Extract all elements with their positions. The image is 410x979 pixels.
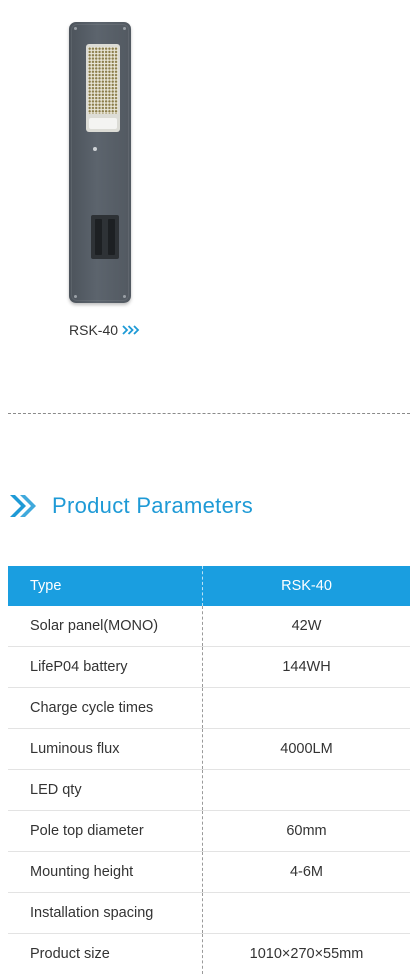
table-row: LED qty — [8, 769, 410, 811]
table-row: LifeP04 battery 144WH — [8, 646, 410, 688]
table-header-label: Type — [8, 566, 203, 606]
model-link[interactable]: RSK-40 — [69, 320, 140, 340]
param-label: Installation spacing — [8, 892, 203, 934]
param-value: 1010×270×55mm — [202, 933, 410, 974]
param-value: 60mm — [202, 810, 410, 852]
model-link-label: RSK-40 — [69, 322, 119, 338]
table-row: Product size 1010×270×55mm — [8, 933, 410, 974]
sensor-dot — [93, 147, 97, 151]
param-label: LED qty — [8, 769, 203, 811]
param-label: LifeP04 battery — [8, 646, 203, 688]
led-panel — [86, 44, 120, 132]
screw-icon — [123, 295, 126, 298]
triple-chevron-right-icon — [122, 325, 140, 335]
double-chevron-right-icon — [8, 493, 38, 519]
param-value — [202, 687, 410, 729]
section-header: Product Parameters — [8, 489, 253, 523]
screw-icon — [74, 27, 77, 30]
led-array — [88, 47, 118, 114]
table-row: Solar panel(MONO) 42W — [8, 606, 410, 647]
table-row: Mounting height 4-6M — [8, 851, 410, 893]
table-header-value: RSK-40 — [202, 566, 410, 606]
param-label: Solar panel(MONO) — [8, 606, 203, 647]
section-title: Product Parameters — [52, 493, 254, 518]
table-row: Charge cycle times — [8, 687, 410, 729]
param-label: Charge cycle times — [8, 687, 203, 729]
param-value: 144WH — [202, 646, 410, 688]
param-value — [202, 892, 410, 934]
section-divider — [8, 413, 410, 414]
product-card: RSK-40 — [0, 0, 410, 360]
led-lens — [89, 118, 117, 129]
param-value — [202, 769, 410, 811]
table-header-row: Type RSK-40 — [8, 566, 410, 606]
product-parameters-table: Type RSK-40 Solar panel(MONO) 42W LifeP0… — [8, 566, 410, 974]
param-label: Mounting height — [8, 851, 203, 893]
table-row: Luminous flux 4000LM — [8, 728, 410, 770]
param-value: 4-6M — [202, 851, 410, 893]
param-value: 4000LM — [202, 728, 410, 770]
param-label: Luminous flux — [8, 728, 203, 770]
product-image[interactable] — [69, 22, 131, 303]
table-row: Pole top diameter 60mm — [8, 810, 410, 852]
screw-icon — [74, 295, 77, 298]
param-label: Pole top diameter — [8, 810, 203, 852]
screw-icon — [123, 27, 126, 30]
param-label: Product size — [30, 946, 110, 962]
table-row: Installation spacing — [8, 892, 410, 934]
mounting-bracket — [91, 215, 119, 259]
param-value: 42W — [202, 606, 410, 647]
